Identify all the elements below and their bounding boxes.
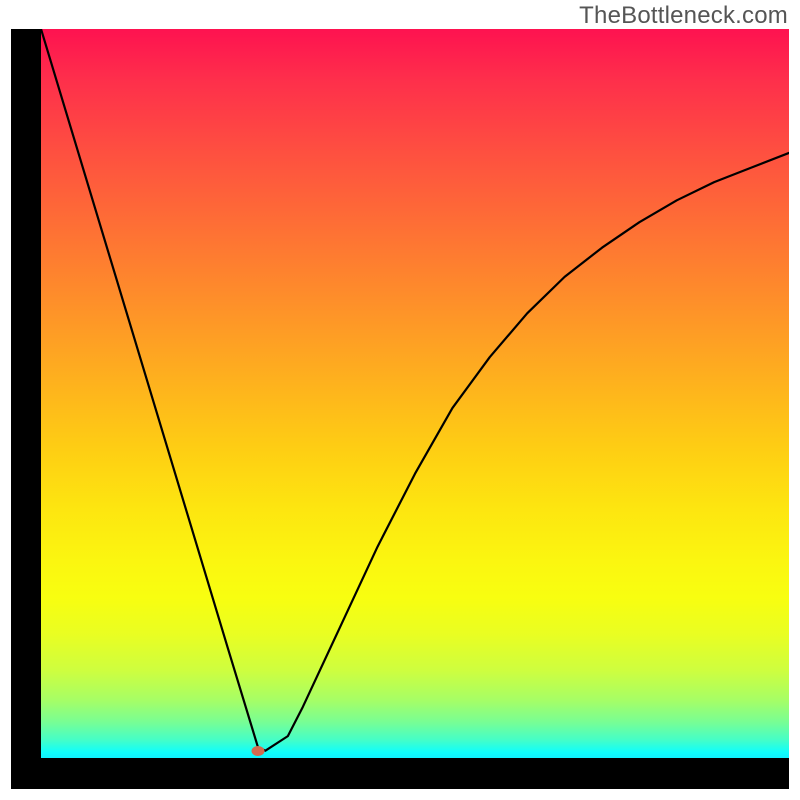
plot-frame-black-border	[11, 29, 789, 789]
bottleneck-curve-svg	[41, 29, 789, 758]
image-root: TheBottleneck.com	[0, 0, 800, 800]
plot-area	[41, 29, 789, 758]
optimum-marker-dot	[251, 746, 264, 756]
bottleneck-curve-path	[41, 29, 789, 751]
watermark-text: TheBottleneck.com	[579, 2, 788, 30]
